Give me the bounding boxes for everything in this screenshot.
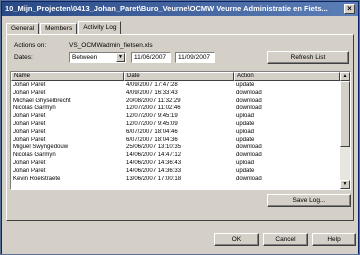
- row-date: 20/08/2007 11:32:29: [126, 97, 181, 104]
- row-date: 6/07/2007 18:04:36: [126, 136, 178, 143]
- row-date: 14/06/2007 14:36:33: [126, 167, 182, 174]
- list-row[interactable]: Johan Paret 6/07/2007 18:04:46 upload: [11, 129, 340, 137]
- row-action: update: [236, 167, 255, 174]
- row-action: download: [236, 97, 262, 104]
- row-date: 12/07/2007 11:02:46: [126, 105, 181, 112]
- row-name: Johan Paret: [13, 136, 46, 143]
- close-icon: ×: [347, 4, 352, 13]
- row-action: upload: [236, 159, 255, 166]
- title-bar[interactable]: 10_Mijn_Projecten\0413_Johan_Paret\Buro_…: [2, 2, 358, 16]
- row-name: Johan Paret: [13, 113, 46, 120]
- row-name: Michael Ghyselbrecht: [13, 97, 71, 104]
- scroll-thumb[interactable]: [340, 81, 350, 147]
- refresh-list-button[interactable]: Refresh List: [267, 51, 349, 64]
- close-button[interactable]: ×: [344, 4, 355, 14]
- list-header: Name Date Action: [11, 72, 340, 81]
- list-row[interactable]: Nicolas Garmyn 12/07/2007 11:02:46 downloa…: [11, 105, 340, 113]
- row-action: update: [236, 136, 255, 143]
- dialog-body: General Members Activity Log Actions on:…: [2, 16, 358, 254]
- row-name: Miguel Swyngedouw: [13, 144, 69, 151]
- row-action: download: [236, 144, 262, 151]
- row-action: upload: [236, 113, 255, 120]
- row-action: download: [236, 89, 262, 96]
- row-action: download: [236, 175, 262, 182]
- save-log-button[interactable]: Save Log...: [267, 194, 351, 207]
- list-row[interactable]: Michael Ghyselbrecht 20/08/2007 11:32:29 d…: [11, 98, 340, 106]
- list-row[interactable]: Johan Paret 14/06/2007 14:36:43 upload: [11, 160, 340, 168]
- row-name: Nicolas Garmyn: [13, 105, 56, 112]
- row-name: Kevin Roelstraete: [13, 175, 61, 182]
- row-date: 6/07/2007 18:04:46: [126, 128, 178, 135]
- list-row[interactable]: Johan Paret 12/07/2007 9:45:09 update: [11, 121, 340, 129]
- date-mode-select[interactable]: Between ▼: [69, 52, 126, 63]
- tab-activity-log[interactable]: Activity Log: [78, 21, 122, 34]
- column-header-date[interactable]: Date: [124, 72, 234, 81]
- date-to-field[interactable]: 11/09/2007: [175, 52, 215, 63]
- properties-dialog: 10_Mijn_Projecten\0413_Johan_Paret\Buro_…: [0, 0, 360, 255]
- list-row[interactable]: Kevin Roelstraete 13/06/2007 17:00:18 down…: [11, 176, 340, 184]
- row-action: download: [236, 105, 262, 112]
- tab-members[interactable]: Members: [40, 23, 78, 34]
- list-row[interactable]: Johan Paret 4/09/2007 16:33:43 download: [11, 90, 340, 98]
- row-date: 4/09/2007 16:33:43: [126, 89, 178, 96]
- actions-on-value: VS_OCMWadmin_fietsen.xls: [69, 42, 153, 49]
- scroll-up-icon[interactable]: ▲: [340, 72, 350, 81]
- column-header-action[interactable]: Action: [234, 72, 340, 81]
- date-to-value: 11/09/2007: [178, 54, 211, 61]
- list-row[interactable]: Miguel Swyngedouw 25/06/2007 13:10:35 down…: [11, 144, 340, 152]
- row-name: Johan Paret: [13, 159, 46, 166]
- tab-strip: General Members Activity Log: [6, 21, 122, 34]
- date-from-field[interactable]: 11/06/2007: [131, 52, 171, 63]
- list-rows: Johan Paret 4/09/2007 17:47:28 update Joha…: [11, 82, 340, 183]
- row-date: 25/06/2007 13:10:35: [126, 144, 182, 151]
- date-mode-value: Between: [72, 54, 98, 61]
- row-name: Johan Paret: [13, 167, 46, 174]
- list-row[interactable]: Johan Paret 6/07/2007 18:04:36 update: [11, 137, 340, 145]
- list-row[interactable]: Nicolas Garmyn 14/06/2007 14:47:12 downloa…: [11, 152, 340, 160]
- list-row[interactable]: Johan Paret 14/06/2007 14:36:33 update: [11, 168, 340, 176]
- cancel-button[interactable]: Cancel: [263, 233, 308, 246]
- row-action: update: [236, 82, 255, 88]
- row-name: Nicolas Garmyn: [13, 152, 56, 159]
- vertical-scrollbar[interactable]: ▲ ▼: [340, 72, 350, 189]
- row-date: 14/06/2007 14:36:43: [126, 159, 182, 166]
- chevron-down-icon[interactable]: ▼: [116, 53, 125, 62]
- row-name: Johan Paret: [13, 89, 46, 96]
- list-row[interactable]: Johan Paret 4/09/2007 17:47:28 update: [11, 82, 340, 90]
- actions-on-label: Actions on:: [14, 42, 47, 49]
- date-from-value: 11/06/2007: [134, 54, 167, 61]
- row-name: Johan Paret: [13, 82, 46, 88]
- tab-general[interactable]: General: [6, 23, 40, 34]
- window-title: 10_Mijn_Projecten\0413_Johan_Paret\Buro_…: [5, 4, 328, 13]
- column-header-name[interactable]: Name: [11, 72, 124, 81]
- ok-button[interactable]: OK: [214, 233, 259, 246]
- scroll-down-icon[interactable]: ▼: [340, 180, 350, 189]
- list-row[interactable]: Johan Paret 12/07/2007 9:45:19 upload: [11, 113, 340, 121]
- help-button[interactable]: Help: [312, 233, 356, 246]
- row-date: 12/07/2007 9:45:19: [126, 113, 178, 120]
- row-date: 14/06/2007 14:47:12: [126, 152, 182, 159]
- row-action: update: [236, 120, 255, 127]
- dates-label: Dates:: [14, 54, 33, 61]
- row-name: Johan Paret: [13, 120, 46, 127]
- row-name: Johan Paret: [13, 128, 46, 135]
- row-date: 4/09/2007 17:47:28: [126, 82, 178, 88]
- row-action: download: [236, 152, 262, 159]
- activity-log-list[interactable]: Name Date Action Johan Paret 4/09/2007 17…: [10, 71, 351, 190]
- row-date: 12/07/2007 9:45:09: [126, 120, 178, 127]
- row-date: 13/06/2007 17:00:18: [126, 175, 182, 182]
- row-action: upload: [236, 128, 255, 135]
